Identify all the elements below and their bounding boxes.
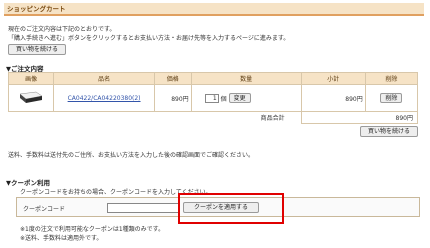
coupon-heading: ▼クーポン利用 (6, 179, 50, 187)
col-subtotal: 小計 (300, 72, 366, 85)
col-quantity: 数量 (190, 72, 302, 85)
intro-line-1: 現在のご注文内容は下記のとおりです。 (8, 26, 116, 33)
total-value: 890円 (300, 111, 419, 124)
col-name: 品名 (53, 72, 155, 85)
quantity-unit: 個 (220, 95, 227, 103)
change-quantity-button[interactable]: 変更 (228, 93, 251, 103)
shipping-note: 送料、手数料は送付先のご住所、お支払い方法を入力した後の確認画面でご確認ください… (8, 152, 255, 159)
delete-button[interactable]: 削除 (380, 93, 403, 103)
continue-shopping-button[interactable]: 買い物を続ける (8, 44, 66, 55)
col-image: 画像 (7, 72, 55, 85)
coupon-label: クーポンコード (23, 206, 66, 213)
cart-table: 画像 品名 価格 数量 小計 削除 CA0422/CA04220380(2) 8… (7, 72, 419, 124)
coupon-input[interactable] (107, 203, 179, 213)
product-image[interactable] (18, 89, 44, 105)
cart-header-row: 画像 品名 価格 数量 小計 削除 (7, 72, 419, 85)
product-subtotal: 890円 (300, 84, 366, 112)
product-name-cell: CA0422/CA04220380(2) (53, 84, 155, 112)
col-price: 価格 (153, 72, 192, 85)
intro-line-2: 「購入手続きへ進む」ボタンをクリックするとお支払い方法・お届け先等を入力するペー… (8, 35, 290, 42)
total-label: 商品合計 (260, 115, 285, 123)
continue-shopping-button-bottom[interactable]: 買い物を続ける (360, 126, 418, 137)
product-price: 890円 (153, 84, 192, 112)
table-row: CA0422/CA04220380(2) 890円 1 個 変更 890円 削除 (7, 84, 419, 112)
quantity-cell: 1 個 変更 (190, 84, 302, 112)
coupon-note-1: ※1度の注文で利用可能なクーポンは1種類のみです。 (20, 226, 165, 233)
total-row: 商品合計 890円 (9, 111, 419, 124)
coupon-note-2: ※送料、手数料は適用外です。 (20, 235, 103, 242)
page-title: ショッピングカート (4, 3, 424, 16)
product-name-link[interactable]: CA0422/CA04220380(2) (68, 95, 141, 102)
col-delete: 削除 (364, 72, 419, 85)
quantity-input[interactable]: 1 (204, 93, 219, 103)
product-image-cell (7, 84, 55, 112)
delete-cell: 削除 (364, 84, 419, 112)
highlight-box (178, 193, 284, 224)
